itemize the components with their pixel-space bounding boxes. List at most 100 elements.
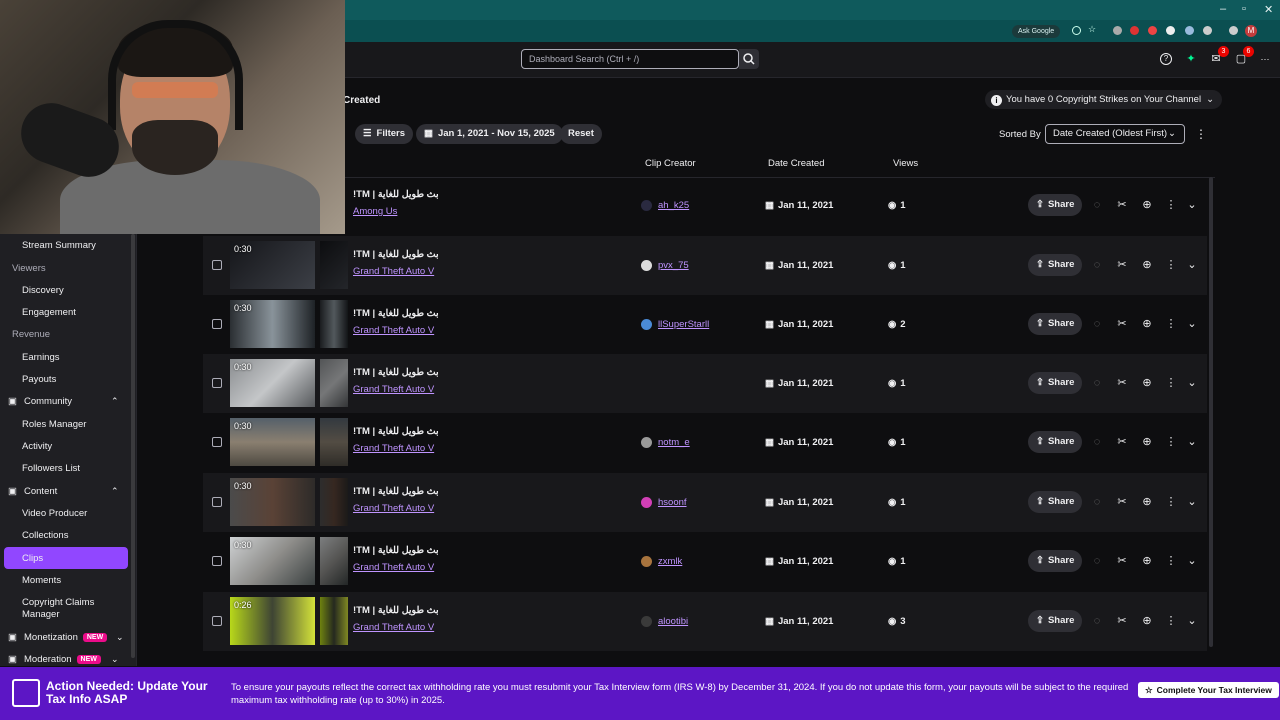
scissors-icon[interactable]: ✂: [1116, 318, 1128, 330]
loading-icon[interactable]: ◌: [1091, 615, 1103, 627]
share-button[interactable]: ⇪ Share: [1028, 431, 1083, 453]
chevron-down-icon[interactable]: ⌄: [1186, 199, 1198, 211]
chevron-down-icon[interactable]: ⌄: [1186, 615, 1198, 627]
extension-icon[interactable]: [1130, 26, 1139, 35]
clip-creator-link[interactable]: alootibi: [658, 616, 688, 627]
sidebar-item-moderation[interactable]: ▣ Moderation NEW: [8, 654, 101, 665]
add-to-collection-icon[interactable]: ⊕: [1141, 199, 1153, 211]
clip-creator-link[interactable]: ah_k25: [658, 200, 689, 211]
clip-vertical-thumbnail[interactable]: [320, 418, 348, 466]
column-header-views[interactable]: Views: [893, 158, 918, 169]
clip-game-link[interactable]: Grand Theft Auto V: [353, 325, 434, 336]
column-header-creator[interactable]: Clip Creator: [645, 158, 696, 169]
browser-profile-avatar[interactable]: M: [1245, 25, 1257, 37]
table-row[interactable]: 0:30 بث طويل للغاية | TM! Grand Theft Auto…: [203, 413, 1207, 472]
share-button[interactable]: ⇪ Share: [1028, 491, 1083, 513]
add-to-collection-icon[interactable]: ⊕: [1141, 555, 1153, 567]
scissors-icon[interactable]: ✂: [1116, 496, 1128, 508]
table-row[interactable]: 0:30 بث طويل للغاية | TM! Grand Theft Auto…: [203, 532, 1207, 591]
clip-game-link[interactable]: Among Us: [353, 206, 397, 217]
row-checkbox[interactable]: [212, 497, 222, 507]
more-options-icon[interactable]: ⋮: [1165, 496, 1177, 508]
more-options-icon[interactable]: ⋮: [1195, 128, 1207, 140]
clip-game-link[interactable]: Grand Theft Auto V: [353, 266, 434, 277]
date-range-button[interactable]: ▦ Jan 1, 2021 - Nov 15, 2025: [416, 124, 563, 144]
close-icon[interactable]: ✕: [1264, 3, 1273, 16]
user-menu-icon[interactable]: ⋯: [1259, 53, 1271, 65]
more-options-icon[interactable]: ⋮: [1165, 377, 1177, 389]
scissors-icon[interactable]: ✂: [1116, 615, 1128, 627]
sidebar-item-followers-list[interactable]: Followers List: [22, 463, 80, 474]
row-checkbox[interactable]: [212, 437, 222, 447]
clip-vertical-thumbnail[interactable]: [320, 597, 348, 645]
loading-icon[interactable]: ◌: [1091, 496, 1103, 508]
clip-creator-link[interactable]: hsoonf: [658, 497, 687, 508]
clip-title[interactable]: بث طويل للغاية | TM!: [353, 486, 439, 497]
chevron-down-icon[interactable]: ⌄: [1186, 555, 1198, 567]
table-row[interactable]: 0:30 بث طويل للغاية | TM! Grand Theft Auto…: [203, 473, 1207, 532]
clip-game-link[interactable]: Grand Theft Auto V: [353, 622, 434, 633]
share-button[interactable]: ⇪ Share: [1028, 194, 1083, 216]
clip-title[interactable]: بث طويل للغاية | TM!: [353, 367, 439, 378]
add-to-collection-icon[interactable]: ⊕: [1141, 496, 1153, 508]
clip-thumbnail[interactable]: 0:30: [230, 537, 315, 585]
minimize-icon[interactable]: –: [1220, 3, 1226, 15]
loading-icon[interactable]: ◌: [1091, 436, 1103, 448]
sidebar-item-roles-manager[interactable]: Roles Manager: [22, 419, 86, 430]
extension-icon[interactable]: [1148, 26, 1157, 35]
sidebar-item-monetization[interactable]: ▣ Monetization NEW: [8, 632, 108, 643]
clip-title[interactable]: بث طويل للغاية | TM!: [353, 308, 439, 319]
table-row[interactable]: 0:30 بث طويل للغاية | TM! Grand Theft Auto…: [203, 354, 1207, 413]
filters-button[interactable]: ☰ Filters: [355, 124, 414, 144]
clip-game-link[interactable]: Grand Theft Auto V: [353, 503, 434, 514]
sidebar-scrollbar[interactable]: [131, 234, 135, 658]
clip-thumbnail[interactable]: 0:30: [230, 418, 315, 466]
clip-vertical-thumbnail[interactable]: [320, 359, 348, 407]
more-options-icon[interactable]: ⋮: [1165, 436, 1177, 448]
more-options-icon[interactable]: ⋮: [1165, 615, 1177, 627]
table-row[interactable]: 0:30 بث طويل للغاية | TM! Grand Theft Auto…: [203, 236, 1207, 295]
ask-google-button[interactable]: Ask Google: [1012, 25, 1061, 38]
more-options-icon[interactable]: ⋮: [1165, 259, 1177, 271]
loading-icon[interactable]: ◌: [1091, 318, 1103, 330]
loading-icon[interactable]: ◌: [1091, 259, 1103, 271]
clip-title[interactable]: بث طويل للغاية | TM!: [353, 545, 439, 556]
scissors-icon[interactable]: ✂: [1116, 436, 1128, 448]
extension-icon[interactable]: [1185, 26, 1194, 35]
more-options-icon[interactable]: ⋮: [1165, 318, 1177, 330]
complete-tax-interview-button[interactable]: ☆ Complete Your Tax Interview: [1138, 682, 1279, 698]
dashboard-search-input[interactable]: Dashboard Search (Ctrl + /): [521, 49, 739, 69]
sidebar-item-engagement[interactable]: Engagement: [22, 307, 76, 318]
row-checkbox[interactable]: [212, 319, 222, 329]
clip-game-link[interactable]: Grand Theft Auto V: [353, 443, 434, 454]
extensions-puzzle-icon[interactable]: [1203, 26, 1212, 35]
more-options-icon[interactable]: ⋮: [1165, 199, 1177, 211]
share-button[interactable]: ⇪ Share: [1028, 313, 1083, 335]
table-row[interactable]: 0:30 بث طويل للغاية | TM! Grand Theft Auto…: [203, 295, 1207, 354]
table-row[interactable]: بث طويل للغاية | TM! Among Us ah_k25 ▦ Jan 1…: [203, 176, 1207, 235]
chevron-up-icon[interactable]: ⌃: [111, 396, 119, 407]
share-button[interactable]: ⇪ Share: [1028, 610, 1083, 632]
clip-vertical-thumbnail[interactable]: [320, 300, 348, 348]
sidebar-item-discovery[interactable]: Discovery: [22, 285, 64, 296]
scissors-icon[interactable]: ✂: [1116, 555, 1128, 567]
add-to-collection-icon[interactable]: ⊕: [1141, 436, 1153, 448]
loading-icon[interactable]: ◌: [1091, 555, 1103, 567]
zoom-icon[interactable]: [1072, 26, 1081, 35]
clip-title[interactable]: بث طويل للغاية | TM!: [353, 605, 439, 616]
chevron-down-icon[interactable]: ⌄: [1186, 318, 1198, 330]
clip-game-link[interactable]: Grand Theft Auto V: [353, 562, 434, 573]
chevron-down-icon[interactable]: ⌄: [111, 654, 119, 665]
chevron-down-icon[interactable]: ⌄: [116, 632, 124, 643]
loading-icon[interactable]: ◌: [1091, 377, 1103, 389]
help-icon[interactable]: ?: [1160, 53, 1172, 65]
sidebar-item-copyright-claims-manager[interactable]: Copyright Claims Manager: [22, 597, 122, 621]
add-to-collection-icon[interactable]: ⊕: [1141, 615, 1153, 627]
clip-creator-link[interactable]: llSuperStarll: [658, 319, 709, 330]
sidebar-item-stream-summary[interactable]: Stream Summary: [22, 240, 96, 251]
extension-icon[interactable]: [1166, 26, 1175, 35]
add-to-collection-icon[interactable]: ⊕: [1141, 377, 1153, 389]
search-button[interactable]: [739, 49, 759, 69]
sidebar-item-moments[interactable]: Moments: [22, 575, 61, 586]
clip-thumbnail[interactable]: 0:30: [230, 478, 315, 526]
